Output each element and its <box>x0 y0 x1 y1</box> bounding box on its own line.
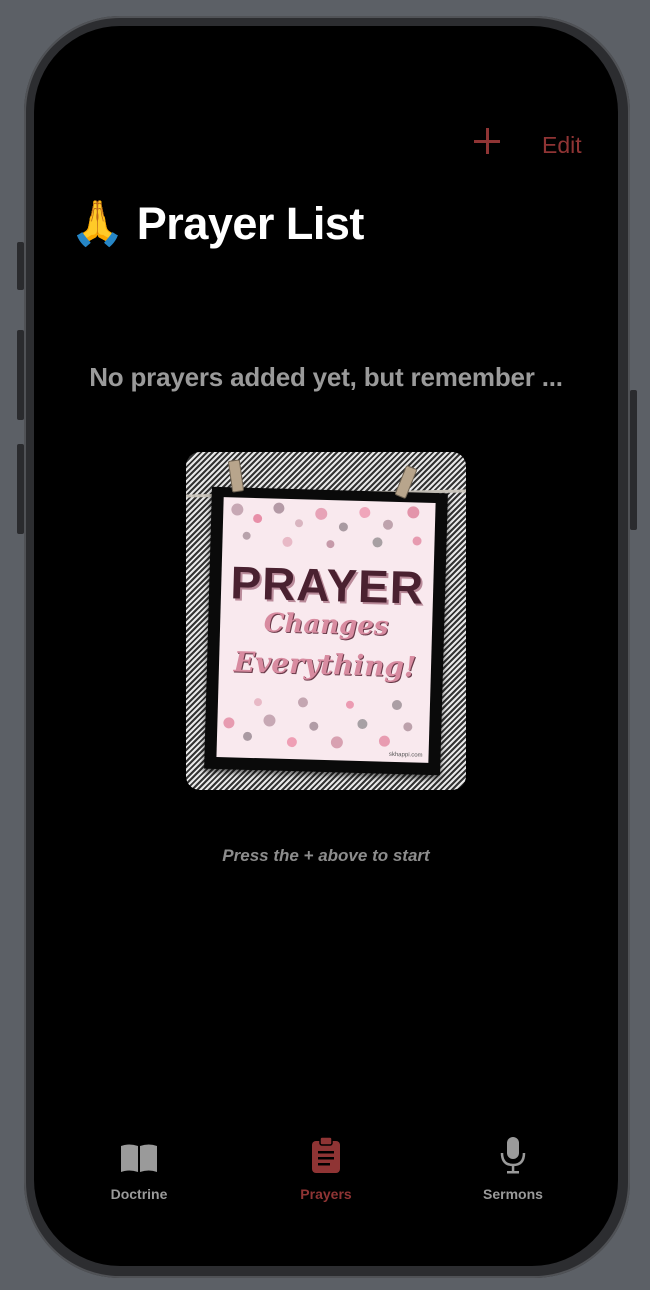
microphone-icon <box>500 1137 526 1174</box>
tab-sermons[interactable]: Sermons <box>443 1136 583 1202</box>
tab-label-sermons: Sermons <box>483 1186 543 1202</box>
poster-credit: skhappi.com <box>388 751 423 759</box>
add-prayer-button[interactable] <box>474 128 500 154</box>
tab-label-doctrine: Doctrine <box>110 1186 168 1202</box>
poster-subheading: Changes <box>263 608 389 642</box>
start-hint: Press the + above to start <box>222 846 430 865</box>
poster-heading: PRAYER <box>229 556 425 614</box>
side-button-power <box>630 390 637 530</box>
poster-frame: PRAYER Changes Everything! skhappi.com <box>204 486 448 776</box>
edit-button[interactable]: Edit <box>542 132 582 159</box>
page-title-text: Prayer List <box>136 198 365 249</box>
praying-hands-icon: 🙏 <box>70 199 125 248</box>
prayer-poster-image: PRAYER Changes Everything! skhappi.com <box>186 452 466 790</box>
side-button-volume-up <box>17 330 24 420</box>
tab-label-prayers: Prayers <box>300 1186 352 1202</box>
side-button-volume-down <box>17 444 24 534</box>
tab-doctrine[interactable]: Doctrine <box>69 1136 209 1202</box>
book-icon <box>121 1144 157 1172</box>
tab-prayers[interactable]: Prayers <box>256 1136 396 1202</box>
side-button-action <box>17 242 24 290</box>
page-title: 🙏 Prayer List <box>70 196 364 252</box>
app-screen: Edit 🙏 Prayer List No prayers added yet,… <box>34 26 618 1266</box>
clipboard-icon <box>312 1136 340 1173</box>
poster-tagline: Everything! <box>233 645 417 684</box>
tab-bar: Doctrine Prayers Sermons <box>34 1136 618 1216</box>
poster-paper: PRAYER Changes Everything! skhappi.com <box>216 497 436 763</box>
empty-state-message: No prayers added yet, but remember ... <box>89 362 563 392</box>
